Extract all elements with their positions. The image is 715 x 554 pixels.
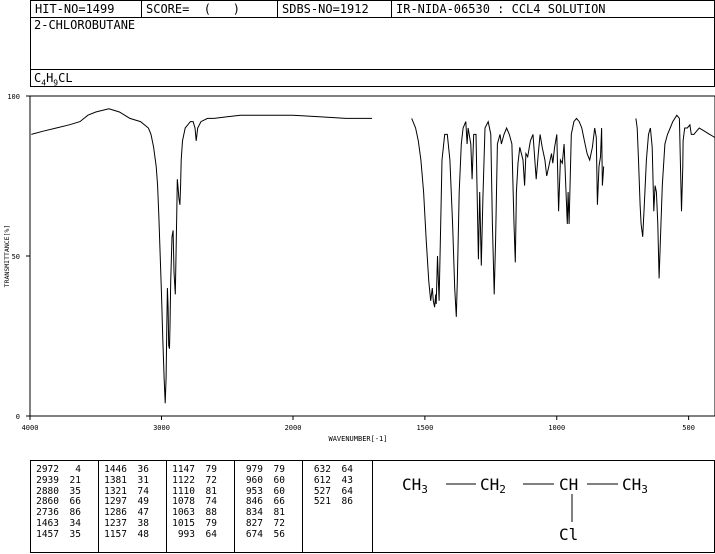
spectrum-segment bbox=[411, 117, 605, 317]
peak-transmittance: 43 bbox=[341, 474, 353, 486]
x-tick-label: 1500 bbox=[416, 424, 433, 432]
peak-row: 993 64 bbox=[169, 528, 217, 541]
peak-column-divider bbox=[166, 461, 167, 552]
peak-wavenumber: 521 bbox=[313, 496, 331, 508]
spectrum-segment bbox=[31, 108, 373, 404]
ir-spectrum-chart: 4000 3000 2000 1500 1000 500 100500 WAVENUMBE… bbox=[3, 93, 715, 443]
peak-row: 2939 21 bbox=[33, 474, 81, 487]
spectrum-segment bbox=[635, 114, 715, 279]
peak-row: 960 60 bbox=[237, 474, 285, 487]
peak-row: 1122 72 bbox=[169, 474, 217, 487]
peak-transmittance: 48 bbox=[137, 528, 149, 540]
x-tick-label: 4000 bbox=[22, 424, 39, 432]
ch3-right-group: CH3 bbox=[622, 475, 648, 496]
spectrum-curve bbox=[31, 108, 715, 404]
peak-column-divider bbox=[98, 461, 99, 552]
peak-transmittance: 21 bbox=[69, 474, 81, 486]
peak-row: 1457 35 bbox=[33, 528, 81, 541]
x-tick-label: 2000 bbox=[285, 424, 302, 432]
y-tick-label: 100 bbox=[7, 93, 20, 101]
peak-wavenumber: 1457 bbox=[36, 528, 59, 540]
x-axis-label: WAVENUMBER[-1] bbox=[328, 435, 387, 443]
peak-column: 1147 79 1122 72 1110 81 1078 74 1063 88 1015 79 993 6… bbox=[169, 464, 217, 541]
structure-diagram: CH3 CH2 CH CH3 Cl bbox=[402, 475, 648, 544]
structure-box: CH3 CH2 CH CH3 Cl bbox=[372, 460, 715, 553]
peak-column: 1446 36 1381 31 1321 74 1297 49 1286 47 1237 38 1157… bbox=[101, 464, 149, 541]
peak-transmittance: 86 bbox=[341, 496, 353, 508]
peak-wavenumber: 612 bbox=[313, 474, 331, 486]
peak-column: 2972 4 2939 21 2880 35 2860 66 2736 86 1463 34 1457 3… bbox=[33, 464, 81, 541]
peak-row: 1381 31 bbox=[101, 474, 149, 487]
peak-wavenumber: 2939 bbox=[36, 474, 59, 486]
peak-row: 521 86 bbox=[305, 497, 353, 508]
peak-wavenumber: 1122 bbox=[172, 474, 195, 486]
ch3-left-group: CH3 bbox=[402, 475, 428, 496]
peak-wavenumber: 1381 bbox=[104, 474, 127, 486]
peak-transmittance: 72 bbox=[205, 474, 217, 486]
peak-table: 2972 4 2939 21 2880 35 2860 66 2736 86 1463 34 1457 3… bbox=[30, 460, 373, 553]
x-axis-ticks: 4000 3000 2000 1500 1000 500 bbox=[22, 416, 695, 432]
peak-transmittance: 60 bbox=[273, 474, 285, 486]
peak-transmittance: 64 bbox=[205, 528, 217, 540]
peak-wavenumber: 1157 bbox=[104, 528, 127, 540]
peak-transmittance: 35 bbox=[69, 528, 81, 540]
peak-row: 1157 48 bbox=[101, 528, 149, 541]
peak-transmittance: 31 bbox=[137, 474, 149, 486]
peak-transmittance: 56 bbox=[273, 528, 285, 540]
x-tick-label: 1000 bbox=[548, 424, 565, 432]
chlorine-atom: Cl bbox=[559, 525, 578, 544]
peak-row: 674 56 bbox=[237, 528, 285, 541]
y-tick-label: 50 bbox=[12, 253, 20, 261]
peak-wavenumber: 993 bbox=[177, 528, 195, 540]
y-tick-label: 0 bbox=[16, 413, 20, 421]
ch2-group: CH2 bbox=[480, 475, 506, 496]
peak-column: 979 79 960 60 953 60 846 66 834 81 827 72 674 56 bbox=[237, 464, 285, 541]
x-tick-label: 500 bbox=[682, 424, 695, 432]
x-tick-label: 3000 bbox=[153, 424, 170, 432]
peak-row: 612 43 bbox=[305, 474, 353, 487]
peak-wavenumber: 674 bbox=[245, 528, 263, 540]
peak-wavenumber: 960 bbox=[245, 474, 263, 486]
peak-column: 632 64 612 43 527 64 521 86 bbox=[305, 464, 353, 508]
ch-group: CH bbox=[559, 475, 578, 494]
y-axis-label: TRANSMITTANCE[%] bbox=[3, 225, 11, 288]
peak-column-divider bbox=[302, 461, 303, 552]
peak-column-divider bbox=[234, 461, 235, 552]
plot-frame bbox=[29, 95, 715, 417]
